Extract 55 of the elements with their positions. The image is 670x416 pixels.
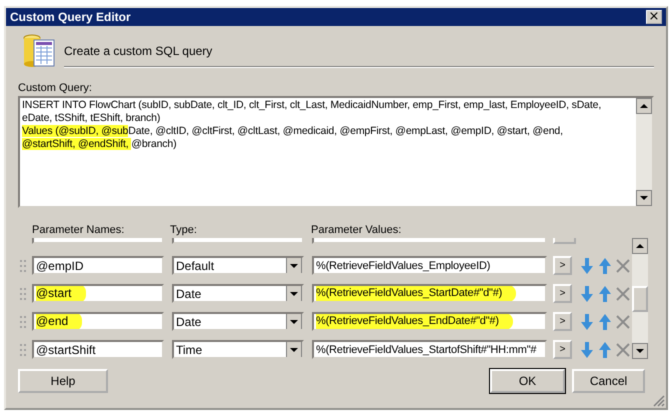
query-text: Values (@subID, @sub	[22, 125, 128, 137]
input-field[interactable]: %(RetrieveFieldValues_EndDate#"d"#)	[312, 312, 547, 331]
browse-button[interactable]: >	[553, 312, 572, 331]
column-header: Type:	[170, 224, 198, 236]
column-header: Parameter Names:	[31, 224, 126, 236]
dropdown[interactable]: Default	[172, 256, 304, 275]
delete-icon[interactable]	[616, 286, 630, 300]
query-text: @startShift, @endShift,	[22, 138, 132, 150]
close-button[interactable]: ×	[646, 10, 662, 24]
query-text: Date, @cltID, @cltFirst, @cltLast, @medicaid, @empFirst, @empLast, @empID, @start, @end,	[128, 125, 563, 137]
up-arrow-icon[interactable]	[598, 340, 612, 358]
delete-icon[interactable]	[616, 258, 630, 272]
cancel-button[interactable]: Cancel	[572, 369, 645, 393]
input-field[interactable]: %(RetrieveFieldValues_StartDate#"d"#)	[312, 284, 547, 303]
down-arrow-icon[interactable]	[580, 340, 594, 358]
dropdown-arrow-icon[interactable]	[286, 342, 302, 357]
drag-handle-icon[interactable]	[20, 260, 26, 272]
dropdown-arrow-icon[interactable]	[286, 258, 302, 273]
input-field[interactable]: %(RetrieveFieldValues_EmployeeID)	[312, 256, 547, 275]
resize-grip-icon[interactable]	[653, 395, 665, 407]
dropdown[interactable]: Date	[172, 284, 304, 303]
drag-handle-icon[interactable]	[20, 288, 26, 300]
up-arrow-icon[interactable]	[598, 256, 612, 274]
input-field[interactable]: %(RetrieveFieldValues_StartofShift#"HH:mm"#	[312, 340, 547, 359]
window-title: Custom Query Editor	[10, 10, 131, 24]
down-arrow-icon[interactable]	[580, 256, 594, 274]
help-button[interactable]: Help	[18, 369, 108, 393]
up-arrow-icon[interactable]	[598, 312, 612, 330]
dropdown[interactable]: Date	[172, 312, 304, 331]
header-text: Create a custom SQL query	[64, 44, 212, 58]
query-text: @branch)	[131, 138, 176, 150]
input-field[interactable]: @startShift	[32, 340, 164, 359]
query-text: eDate, tSShift, tEShift, branch)	[22, 112, 160, 124]
query-text-area[interactable]	[18, 96, 654, 208]
down-arrow-icon[interactable]	[580, 312, 594, 330]
dropdown-arrow-icon[interactable]	[286, 314, 302, 329]
field-label: Custom Query:	[18, 82, 93, 94]
dropdown[interactable]: Time	[172, 340, 304, 359]
browse-button[interactable]: >	[553, 284, 572, 303]
drag-handle-icon[interactable]	[20, 344, 26, 356]
scroll-thumb[interactable]	[632, 286, 648, 312]
query-text: INSERT INTO FlowChart (subID, subDate, clt_ID, clt_First, clt_Last, MedicaidNumber, emp_First, emp_last, EmployeeID, sDate,	[22, 99, 602, 111]
browse-button[interactable]: >	[553, 256, 572, 275]
column-header: Parameter Values:	[311, 224, 402, 236]
input-field[interactable]: @end	[32, 312, 164, 331]
input-field[interactable]: @empID	[32, 256, 164, 275]
ok-button[interactable]: OK	[490, 369, 565, 393]
database-table-icon	[22, 32, 56, 70]
dropdown-arrow-icon[interactable]	[286, 286, 302, 301]
delete-icon[interactable]	[616, 314, 630, 328]
up-arrow-icon[interactable]	[598, 284, 612, 302]
browse-button[interactable]: >	[553, 340, 572, 359]
down-arrow-icon[interactable]	[580, 284, 594, 302]
drag-handle-icon[interactable]	[20, 316, 26, 328]
input-field[interactable]: @start	[32, 284, 164, 303]
